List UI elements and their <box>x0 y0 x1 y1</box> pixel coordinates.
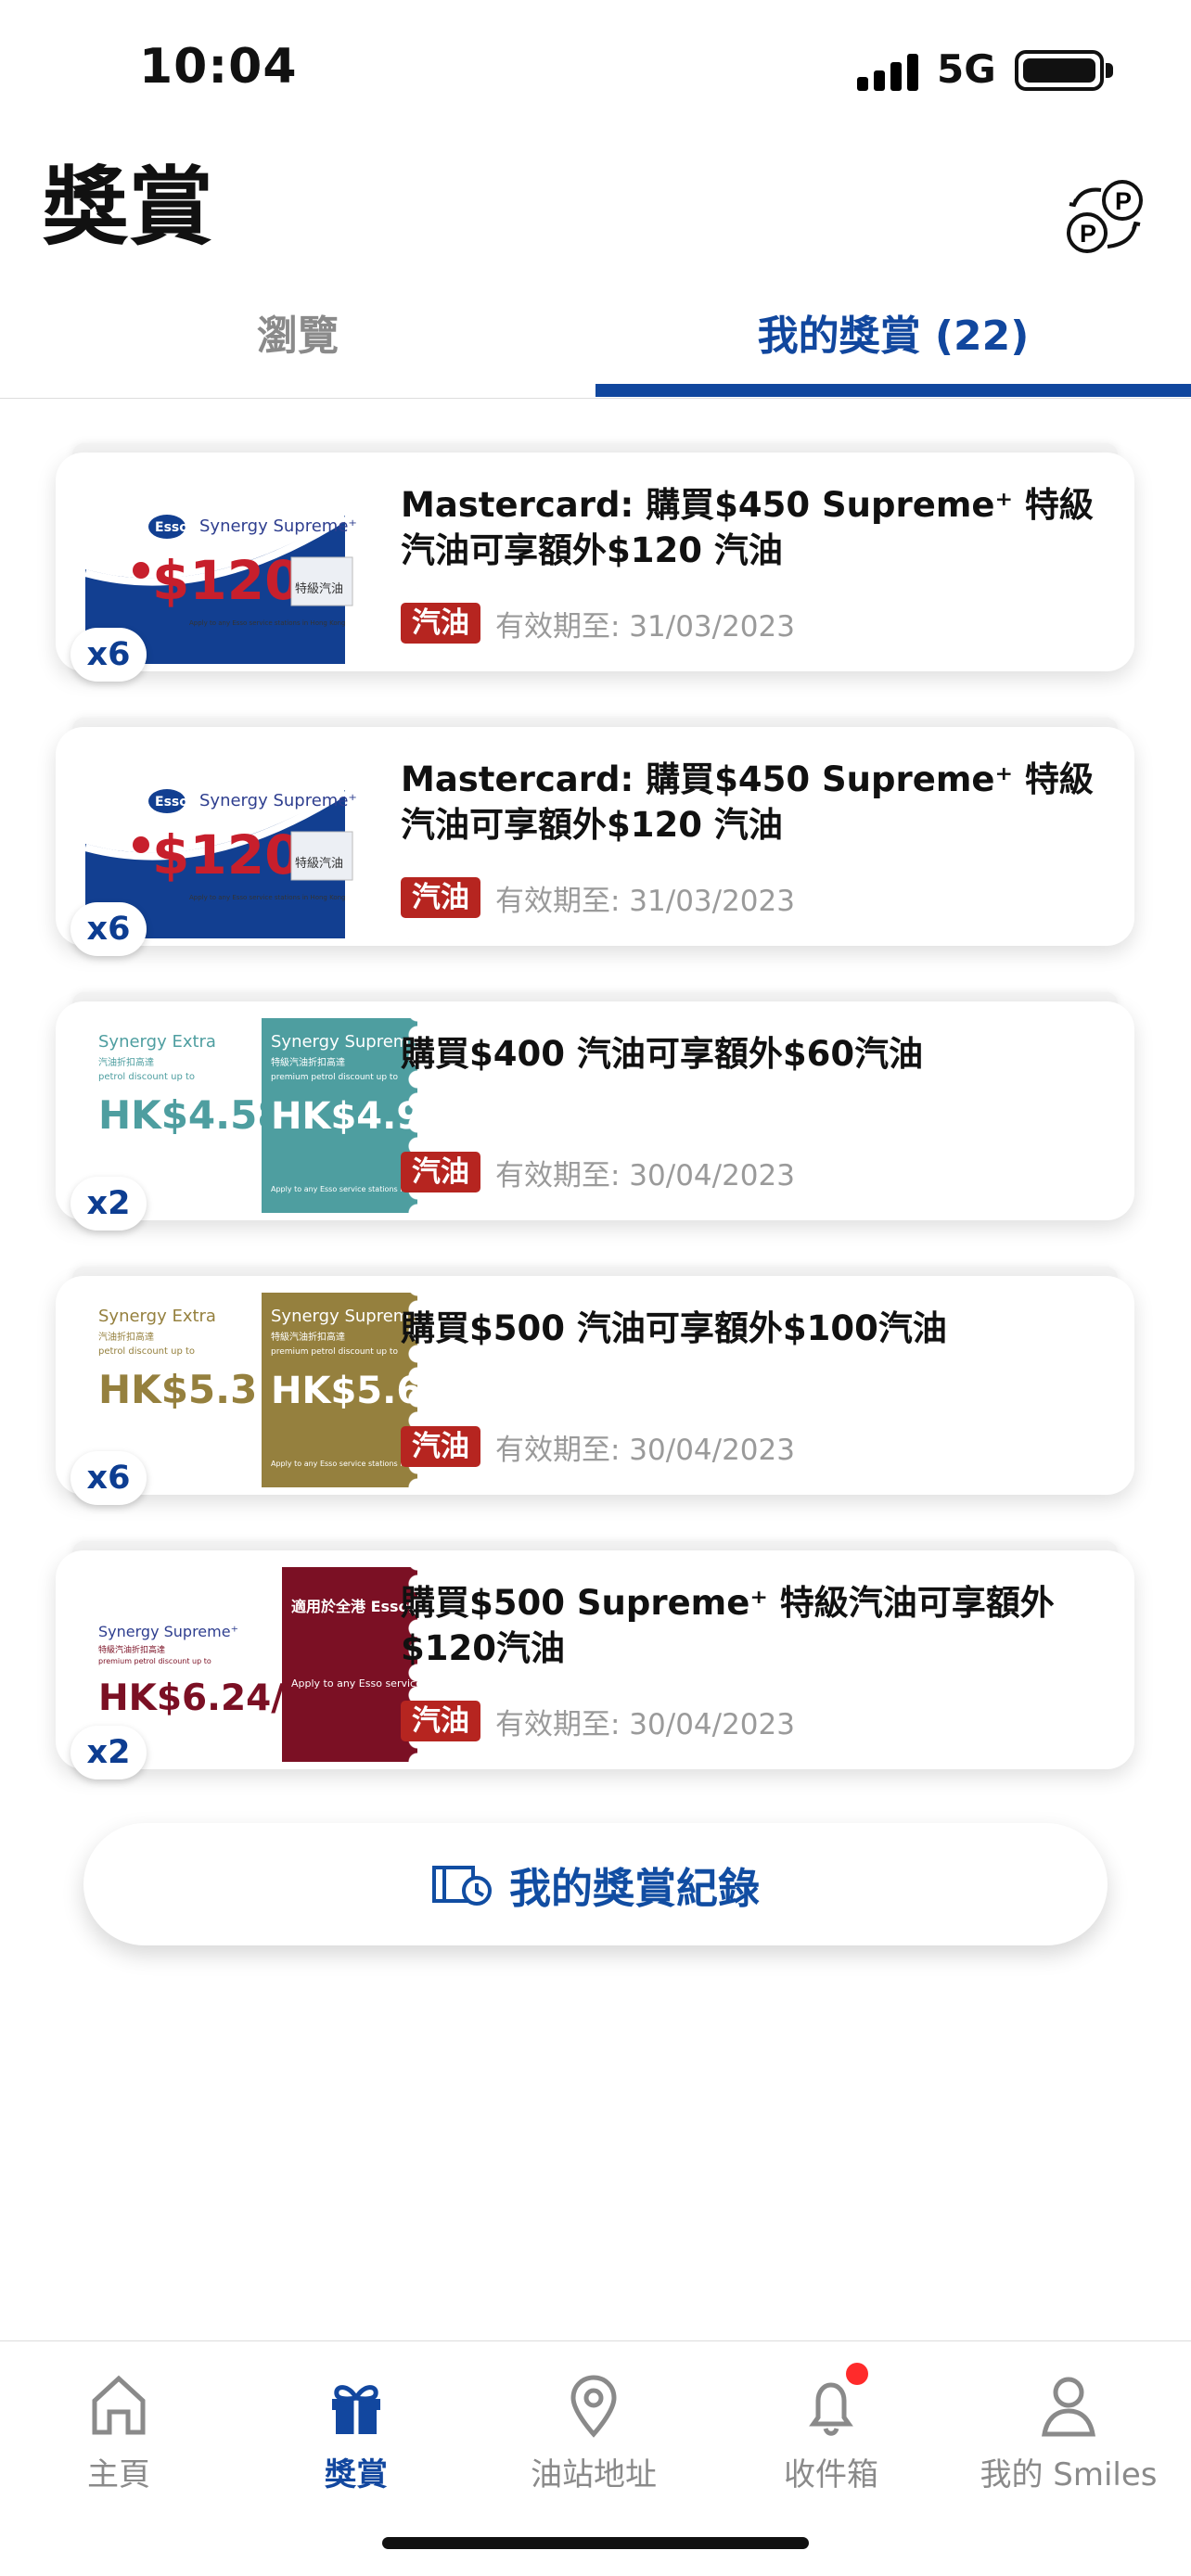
gift-icon <box>332 2385 380 2434</box>
reward-title: 購買$400 汽油可享額外$60汽油 <box>401 1034 924 1074</box>
svg-text:petrol discount up to: petrol discount up to <box>98 1072 195 1082</box>
svg-text:Apply to any Esso service stat: Apply to any Esso service stations in Ho… <box>189 619 345 627</box>
reward-title: 購買$500 Supreme⁺ 特級汽油可享額外$120汽油 <box>401 1583 1055 1668</box>
reward-quantity: x2 <box>70 1177 147 1231</box>
category-badge: 汽油 <box>401 1426 480 1467</box>
nav-home-label: 主頁 <box>87 2456 150 2493</box>
active-tab-indicator <box>596 384 1191 397</box>
svg-text:特級汽油折扣高達: 特級汽油折扣高達 <box>98 1644 165 1655</box>
reward-card[interactable]: Synergy Extra 汽油折扣高達 petrol discount up to… <box>56 1267 1134 1512</box>
reward-history-button[interactable]: 我的獎賞紀錄 <box>83 1823 1108 1945</box>
reward-quantity: x6 <box>70 628 147 682</box>
category-badge: 汽油 <box>401 1152 480 1192</box>
location-pin-icon <box>570 2375 617 2438</box>
svg-text:汽油折扣高達: 汽油折扣高達 <box>98 1331 154 1343</box>
expiry-date: 有效期至: 30/04/2023 <box>495 1158 795 1192</box>
expiry-date: 有效期至: 31/03/2023 <box>495 884 795 918</box>
person-icon <box>1042 2377 1095 2437</box>
rewards-screen: 10:04 5G 獎賞 PP 瀏覽 我的獎賞 (22) Esso Synergy… <box>0 0 1191 2576</box>
nav-rewards-label: 獎賞 <box>325 2456 388 2493</box>
expiry-date: 有效期至: 30/04/2023 <box>495 1707 795 1741</box>
svg-text:P: P <box>1080 220 1096 248</box>
svg-text:特級汽油折扣高達: 特級汽油折扣高達 <box>271 1331 345 1343</box>
nav-inbox-label: 收件箱 <box>784 2456 878 2493</box>
expiry-date: 有效期至: 30/04/2023 <box>495 1433 795 1467</box>
status-bar: 10:04 5G <box>0 0 1191 139</box>
reward-history-label: 我的獎賞紀錄 <box>508 1863 760 1913</box>
svg-text:petrol discount up to: petrol discount up to <box>98 1346 195 1357</box>
reward-title: 購買$500 汽油可享額外$100汽油 <box>401 1308 947 1348</box>
svg-text:Synergy Supreme⁺: Synergy Supreme⁺ <box>98 1623 238 1640</box>
svg-text:Synergy Extra: Synergy Extra <box>98 1307 216 1326</box>
ticket-clock-icon <box>431 1866 492 1906</box>
home-indicator <box>382 2537 809 2549</box>
reward-card[interactable]: Synergy Supreme⁺ 特級汽油折扣高達 premium petrol d… <box>56 1541 1134 1787</box>
svg-text:$120: $120 <box>152 549 301 612</box>
svg-text:HK$6.24/L: HK$6.24/L <box>98 1677 307 1719</box>
notification-dot <box>846 2363 868 2385</box>
signal-icon <box>857 54 918 91</box>
points-exchange-icon[interactable]: PP <box>1060 172 1153 261</box>
page-title: 獎賞 <box>43 158 214 257</box>
nav-home[interactable]: 主頁 <box>0 2373 237 2493</box>
svg-text:Esso: Esso <box>155 795 188 810</box>
nav-my-smiles[interactable]: 我的 Smiles <box>950 2373 1187 2493</box>
svg-text:premium petrol discount up to: premium petrol discount up to <box>271 1073 398 1082</box>
svg-text:premium petrol discount up to: premium petrol discount up to <box>271 1347 398 1357</box>
svg-text:特級汽油折扣高達: 特級汽油折扣高達 <box>271 1056 345 1068</box>
svg-text:Synergy Extra: Synergy Extra <box>98 1032 216 1052</box>
svg-text:Synergy Supreme⁺: Synergy Supreme⁺ <box>199 791 357 810</box>
category-badge: 汽油 <box>401 1701 480 1741</box>
svg-text:Synergy Supreme⁺: Synergy Supreme⁺ <box>199 516 357 536</box>
reward-card[interactable]: Esso Synergy Supreme⁺ $120 特級汽油 Apply to… <box>56 718 1134 963</box>
svg-text:特級汽油: 特級汽油 <box>295 582 343 596</box>
svg-text:特級汽油: 特級汽油 <box>295 857 343 871</box>
category-badge: 汽油 <box>401 877 480 918</box>
nav-inbox[interactable]: 收件箱 <box>712 2373 950 2493</box>
battery-icon <box>1015 50 1113 91</box>
category-badge: 汽油 <box>401 603 480 644</box>
network-label: 5G <box>937 46 996 92</box>
nav-stations[interactable]: 油站地址 <box>475 2373 712 2493</box>
reward-quantity: x6 <box>70 902 147 956</box>
svg-text:premium petrol discount up to: premium petrol discount up to <box>98 1657 211 1665</box>
status-time: 10:04 <box>139 39 298 95</box>
svg-text:汽油折扣高達: 汽油折扣高達 <box>98 1056 154 1068</box>
reward-card[interactable]: Synergy Extra 汽油折扣高達 petrol discount up to… <box>56 992 1134 1238</box>
reward-quantity: x2 <box>70 1726 147 1779</box>
reward-quantity: x6 <box>70 1451 147 1505</box>
reward-title: Mastercard: 購買$450 Supreme⁺ 特級汽油可享額外$120… <box>401 485 1094 570</box>
nav-rewards[interactable]: 獎賞 <box>237 2373 475 2493</box>
svg-text:Apply to any Esso service stat: Apply to any Esso service stations in Ho… <box>189 894 345 901</box>
nav-my-smiles-label: 我的 Smiles <box>980 2456 1158 2493</box>
home-icon <box>92 2375 146 2435</box>
reward-card[interactable]: Esso Synergy Supreme⁺ $120 特級汽油 Apply to… <box>56 443 1134 689</box>
tab-browse[interactable]: 瀏覽 <box>0 302 596 399</box>
svg-text:$120: $120 <box>152 823 301 886</box>
expiry-date: 有效期至: 31/03/2023 <box>495 609 795 644</box>
nav-stations-label: 油站地址 <box>531 2456 657 2493</box>
svg-text:P: P <box>1115 187 1132 215</box>
svg-text:Esso: Esso <box>155 520 188 535</box>
reward-title: Mastercard: 購買$450 Supreme⁺ 特級汽油可享額外$120… <box>401 759 1094 845</box>
